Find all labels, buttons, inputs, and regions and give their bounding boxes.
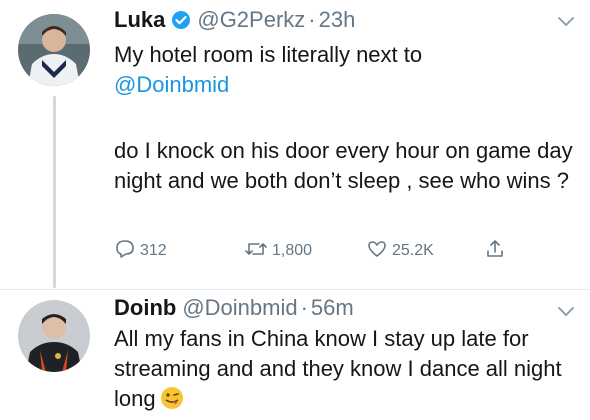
author-handle[interactable]: @G2Perkz xyxy=(197,7,305,32)
share-button[interactable] xyxy=(484,236,510,266)
tweet-doinb[interactable]: Doinb @Doinbmid · 56m All my fans in China … xyxy=(0,290,590,420)
reply-count: 312 xyxy=(140,242,167,259)
tweet-text-line: My hotel room is literally next to xyxy=(114,42,423,67)
chevron-down-icon[interactable] xyxy=(558,304,574,317)
like-icon xyxy=(366,238,392,265)
reply-button[interactable]: 312 xyxy=(114,236,167,266)
separator-dot: · xyxy=(300,295,308,320)
tweet-text-body: All my fans in China know I stay up late… xyxy=(114,324,576,418)
author-name[interactable]: Doinb xyxy=(114,295,176,320)
chevron-down-icon[interactable] xyxy=(558,14,574,27)
timestamp[interactable]: 23h xyxy=(319,7,356,32)
tweet-text-body: do I knock on his door every hour on gam… xyxy=(114,138,573,193)
retweet-count: 1,800 xyxy=(272,242,313,259)
avatar-luka[interactable] xyxy=(18,14,90,86)
tweet-header: Doinb @Doinbmid · 56m xyxy=(114,292,550,324)
retweet-button[interactable]: 1,800 xyxy=(244,236,312,266)
like-count: 25.2K xyxy=(392,242,434,259)
retweet-icon xyxy=(244,238,272,265)
avatar-doinb[interactable] xyxy=(18,300,90,372)
like-button[interactable]: 25.2K xyxy=(366,236,434,266)
separator-dot: · xyxy=(308,7,316,32)
winking-tongue-face-icon xyxy=(160,386,184,418)
tweet-luka[interactable]: Luka @G2Perkz · 23h My hotel room is litera… xyxy=(0,0,590,290)
share-icon xyxy=(484,238,510,265)
thread-line xyxy=(53,96,56,288)
tweet-header: Luka @G2Perkz · 23h xyxy=(114,4,550,36)
tweet-actions: 312 1,800 25.2K xyxy=(114,236,534,266)
verified-badge-icon xyxy=(171,7,191,39)
timestamp[interactable]: 56m xyxy=(311,295,354,320)
tweet-text-intro: My hotel room is literally next to @Doin… xyxy=(114,40,576,100)
author-name[interactable]: Luka xyxy=(114,7,165,32)
mention-link[interactable]: @Doinbmid xyxy=(114,70,576,100)
author-handle[interactable]: @Doinbmid xyxy=(182,295,297,320)
reply-icon xyxy=(114,238,140,265)
